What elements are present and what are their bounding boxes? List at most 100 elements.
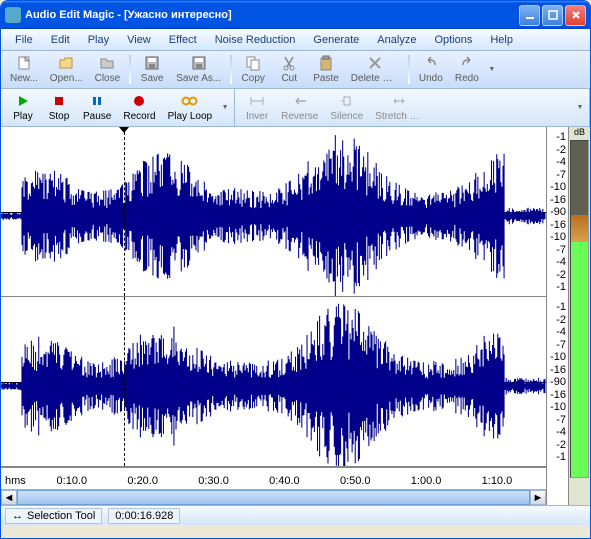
folder-close-icon [98, 55, 116, 71]
saveas-icon [190, 55, 208, 71]
time-tick: 1:10.0 [482, 475, 513, 487]
chevron-down-icon: ▼ [577, 104, 584, 111]
undo-icon [422, 55, 440, 71]
silence-button[interactable]: Silence [324, 91, 369, 124]
scroll-right-button[interactable]: ► [530, 490, 546, 505]
cut-button[interactable]: Cut [271, 53, 307, 86]
playhead-cursor[interactable] [124, 127, 125, 296]
menu-edit[interactable]: Edit [43, 32, 78, 48]
horizontal-scrollbar[interactable]: ◄ ► [1, 489, 546, 505]
separator [408, 55, 410, 84]
close-file-button[interactable]: Close [89, 53, 127, 86]
effects-group: Inver Reverse Silence Stretch Time... ▼ [235, 89, 590, 126]
menubar: File Edit Play View Effect Noise Reducti… [1, 29, 590, 51]
play-button[interactable]: Play [5, 91, 41, 124]
waveform-channel-right[interactable] [1, 297, 546, 467]
main-toolbar: New... Open... Close Save Save As... Cop… [1, 51, 590, 89]
window-title: Audio Edit Magic - [Ужасно интересно] [25, 9, 519, 21]
loop-icon [181, 93, 199, 109]
content-area: hms 0:10.0 0:20.0 0:30.0 0:40.0 0:50.0 1… [1, 127, 590, 505]
separator [129, 55, 131, 84]
menu-generate[interactable]: Generate [305, 32, 367, 48]
statusbar: ↔ Selection Tool 0:00:16.928 [1, 505, 590, 525]
stop-button[interactable]: Stop [41, 91, 77, 124]
time-tick: 0:20.0 [127, 475, 158, 487]
menu-noise-reduction[interactable]: Noise Reduction [207, 32, 304, 48]
db-scale-right: -1-2-4-7-10-16-90-16-10-7-4-2-1 [547, 297, 568, 467]
undo-button[interactable]: Undo [413, 53, 449, 86]
stop-icon [50, 93, 68, 109]
status-tool[interactable]: ↔ Selection Tool [5, 508, 102, 524]
timecode-value: 0:00:16.928 [115, 510, 173, 522]
reverse-icon [291, 93, 309, 109]
new-button[interactable]: New... [4, 53, 44, 86]
db-header: dB [569, 127, 590, 139]
copy-icon [244, 55, 262, 71]
menu-view[interactable]: View [119, 32, 159, 48]
pause-button[interactable]: Pause [77, 91, 117, 124]
silence-icon [338, 93, 356, 109]
time-tick: 1:00.0 [411, 475, 442, 487]
db-scale-column: -1-2-4-7-10-16-90-16-10-7-4-2-1 -1-2-4-7… [546, 127, 568, 505]
menu-file[interactable]: File [7, 32, 41, 48]
menu-help[interactable]: Help [482, 32, 521, 48]
saveas-button[interactable]: Save As... [170, 53, 227, 86]
menu-analyze[interactable]: Analyze [369, 32, 424, 48]
time-tick: 0:40.0 [269, 475, 300, 487]
paste-button[interactable]: Paste [307, 53, 345, 86]
save-icon [143, 55, 161, 71]
record-icon [130, 93, 148, 109]
copy-button[interactable]: Copy [235, 53, 271, 86]
scroll-left-button[interactable]: ◄ [1, 490, 17, 505]
waveform-right [1, 297, 546, 467]
menu-effect[interactable]: Effect [161, 32, 205, 48]
level-meter-column: dB [568, 127, 590, 505]
folder-open-icon [57, 55, 75, 71]
new-file-icon [15, 55, 33, 71]
close-button[interactable] [565, 5, 586, 26]
play-icon [14, 93, 32, 109]
redo-button[interactable]: Redo [449, 53, 485, 86]
transport-group: Play Stop Pause Record Play Loop ▼ [1, 89, 235, 126]
time-tick: 0:10.0 [57, 475, 88, 487]
stretch-button[interactable]: Stretch Time... [369, 91, 429, 124]
cut-icon [280, 55, 298, 71]
open-button[interactable]: Open... [44, 53, 89, 86]
playloop-button[interactable]: Play Loop [162, 91, 218, 124]
toolbar-overflow[interactable]: ▼ [485, 53, 497, 86]
time-unit-label: hms [5, 475, 26, 487]
selection-tool-icon: ↔ [12, 510, 23, 522]
scroll-track[interactable] [17, 490, 530, 505]
maximize-button[interactable] [542, 5, 563, 26]
stretch-icon [390, 93, 408, 109]
effects-overflow[interactable]: ▼ [573, 91, 585, 124]
delete-icon [366, 55, 384, 71]
chevron-down-icon: ▼ [488, 66, 495, 73]
status-timecode: 0:00:16.928 [108, 508, 180, 524]
time-ruler[interactable]: hms 0:10.0 0:20.0 0:30.0 0:40.0 0:50.0 1… [1, 467, 546, 489]
scroll-thumb[interactable] [17, 490, 530, 505]
delete-selection-button[interactable]: Delete Selection [345, 53, 405, 86]
titlebar[interactable]: Audio Edit Magic - [Ужасно интересно] [1, 1, 590, 29]
invert-button[interactable]: Inver [239, 91, 275, 124]
save-button[interactable]: Save [134, 53, 170, 86]
waveform-left [1, 127, 546, 297]
minimize-button[interactable] [519, 5, 540, 26]
paste-icon [317, 55, 335, 71]
transport-overflow[interactable]: ▼ [218, 91, 230, 124]
waveform-channel-left[interactable] [1, 127, 546, 297]
transport-toolbar: Play Stop Pause Record Play Loop ▼ Inver… [1, 89, 590, 127]
time-tick: 0:30.0 [198, 475, 229, 487]
record-button[interactable]: Record [117, 91, 161, 124]
level-meter [570, 140, 589, 478]
app-window: Audio Edit Magic - [Ужасно интересно] Fi… [0, 0, 591, 539]
menu-options[interactable]: Options [426, 32, 480, 48]
waveform-area: hms 0:10.0 0:20.0 0:30.0 0:40.0 0:50.0 1… [1, 127, 546, 505]
menu-play[interactable]: Play [80, 32, 117, 48]
playhead-marker[interactable] [119, 127, 129, 133]
separator [230, 55, 232, 84]
reverse-button[interactable]: Reverse [275, 91, 324, 124]
playhead-cursor[interactable] [124, 297, 125, 466]
redo-icon [458, 55, 476, 71]
pause-icon [88, 93, 106, 109]
